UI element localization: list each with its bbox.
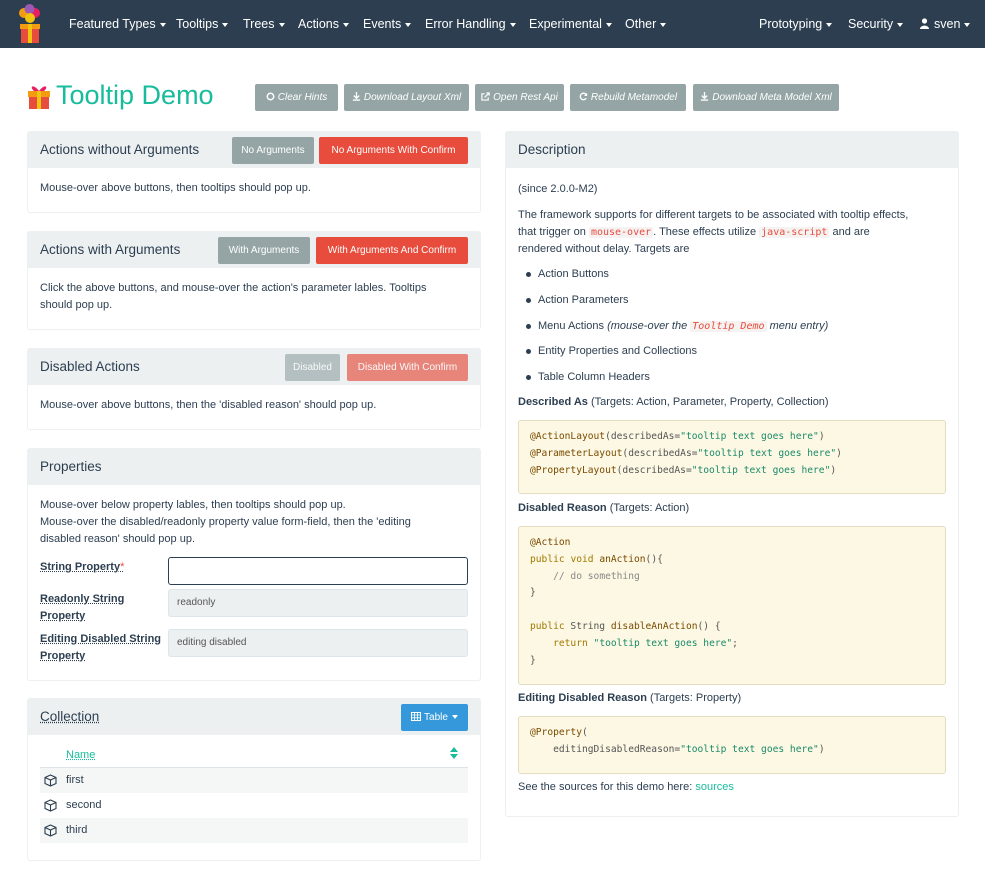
code-java-script: java-script: [759, 227, 830, 238]
bullet-item: Table Column Headers: [526, 369, 650, 386]
body-line: Mouse-over the disabled/readonly propert…: [40, 516, 411, 528]
panel-disabled-actions: Disabled Actions Disabled Disabled With …: [27, 348, 481, 430]
readonly-string-property-field[interactable]: readonly: [168, 589, 468, 617]
clear-hints-button[interactable]: Clear Hints: [255, 84, 338, 111]
nav-trees[interactable]: Trees: [243, 0, 285, 48]
bullet-item: Action Parameters: [526, 292, 628, 309]
panel-header: Description: [506, 132, 958, 168]
panel-body-text: Click the above buttons, and mouse-over …: [40, 280, 468, 314]
code-block-described-as: @ActionLayout(describedAs="tooltip text …: [518, 420, 946, 494]
gift-icon: [28, 86, 50, 109]
nav-events[interactable]: Events: [363, 0, 412, 48]
editing-disabled-reason-heading: Editing Disabled Reason (Targets: Proper…: [518, 692, 742, 704]
bullet-item: Menu Actions (mouse-over the Tooltip Dem…: [526, 318, 828, 335]
body-line: should pop up.: [40, 299, 113, 311]
panel-title: Properties: [40, 459, 102, 474]
top-navbar: Featured Types Tooltips Trees Actions Ev…: [0, 0, 985, 48]
panel-body-text: Mouse-over above buttons, then tooltips …: [40, 182, 311, 194]
nav-error-handling[interactable]: Error Handling: [425, 0, 516, 48]
table-row[interactable]: second: [40, 793, 468, 818]
no-arguments-button[interactable]: No Arguments: [232, 137, 314, 164]
panel-header: Actions without Arguments No Arguments N…: [28, 132, 480, 168]
panel-header: Properties: [28, 449, 480, 485]
table-row[interactable]: first: [40, 768, 468, 793]
nav-prototyping[interactable]: Prototyping: [759, 0, 833, 48]
code-mouse-over: mouse-over: [588, 227, 654, 238]
body-line: Click the above buttons, and mouse-over …: [40, 282, 427, 294]
row-name[interactable]: second: [66, 793, 101, 818]
panel-actions-with-arguments: Actions with Arguments With Arguments Wi…: [27, 231, 481, 330]
sources-link[interactable]: sources: [695, 781, 734, 793]
described-as-heading: Described As (Targets: Action, Parameter…: [518, 396, 829, 408]
disabled-button[interactable]: Disabled: [285, 354, 340, 381]
refresh-icon: [579, 92, 588, 101]
nav-actions[interactable]: Actions: [298, 0, 349, 48]
body-line: Mouse-over below property lables, then t…: [40, 499, 346, 511]
panel-header: Disabled Actions Disabled Disabled With …: [28, 349, 480, 385]
body-line: disabled reason' should pop up.: [40, 533, 195, 545]
editing-disabled-string-property-label[interactable]: Editing Disabled String Property: [40, 631, 170, 665]
panel-description: Description (since 2.0.0-M2) The framewo…: [505, 131, 959, 817]
panel-body-text: Mouse-over below property lables, then t…: [40, 497, 468, 548]
with-arguments-and-confirm-button[interactable]: With Arguments And Confirm: [316, 237, 468, 264]
since-text: (since 2.0.0-M2): [518, 183, 598, 195]
panel-title: Disabled Actions: [40, 359, 140, 374]
nav-tooltips[interactable]: Tooltips: [176, 0, 229, 48]
download-meta-model-xml-button[interactable]: Download Meta Model Xml: [693, 84, 839, 111]
bullet-item: Action Buttons: [526, 266, 609, 283]
panel-title: Actions without Arguments: [40, 142, 200, 157]
refresh-icon: [266, 92, 275, 101]
user-icon: [920, 18, 929, 29]
column-header-name[interactable]: Name: [66, 749, 95, 761]
rebuild-metamodel-button[interactable]: Rebuild Metamodel: [570, 84, 686, 111]
download-layout-xml-button[interactable]: Download Layout Xml: [344, 84, 469, 111]
code-block-editing-disabled-reason: @Property( editingDisabledReason="toolti…: [518, 716, 946, 774]
sort-icon[interactable]: [450, 747, 458, 759]
intro-paragraph: The framework supports for different tar…: [518, 209, 909, 255]
panel-body-text: Mouse-over above buttons, then the 'disa…: [40, 399, 377, 411]
table-view-button[interactable]: Table: [401, 704, 468, 731]
string-property-input[interactable]: [168, 557, 468, 585]
sources-text: See the sources for this demo here: sour…: [518, 781, 734, 793]
string-property-label[interactable]: String Property*: [40, 559, 170, 576]
editing-disabled-string-property-field[interactable]: editing disabled: [168, 629, 468, 657]
nav-user-menu[interactable]: sven: [920, 0, 971, 48]
collection-title[interactable]: Collection: [40, 709, 99, 724]
panel-header: Actions with Arguments With Arguments Wi…: [28, 232, 480, 268]
table-row[interactable]: third: [40, 818, 468, 843]
external-link-icon: [481, 92, 490, 101]
nav-featured-types[interactable]: Featured Types: [69, 0, 166, 48]
cube-icon: [44, 774, 57, 787]
cube-icon: [44, 799, 57, 812]
open-rest-api-button[interactable]: Open Rest Api: [475, 84, 564, 111]
readonly-string-property-label[interactable]: Readonly String Property: [40, 591, 170, 625]
panel-collection: Collection Table Name first second third: [27, 698, 481, 861]
row-name[interactable]: first: [66, 768, 84, 793]
nav-experimental[interactable]: Experimental: [529, 0, 612, 48]
nav-security[interactable]: Security: [848, 0, 904, 48]
cube-icon: [44, 824, 57, 837]
page-title: Tooltip Demo: [56, 80, 214, 110]
bullet-item: Entity Properties and Collections: [526, 343, 697, 360]
panel-title: Description: [518, 142, 586, 157]
nav-other[interactable]: Other: [625, 0, 667, 48]
table-icon: [411, 712, 422, 721]
disabled-reason-heading: Disabled Reason (Targets: Action): [518, 502, 690, 514]
disabled-with-confirm-button[interactable]: Disabled With Confirm: [347, 354, 468, 381]
panel-title: Actions with Arguments: [40, 242, 181, 257]
app-logo-icon[interactable]: [15, 4, 45, 44]
code-tooltip-demo: Tooltip Demo: [690, 321, 767, 332]
no-arguments-with-confirm-button[interactable]: No Arguments With Confirm: [319, 137, 468, 164]
required-marker: *: [120, 561, 125, 573]
panel-actions-without-arguments: Actions without Arguments No Arguments N…: [27, 131, 481, 213]
download-icon: [352, 92, 360, 101]
code-block-disabled-reason: @Action public void anAction(){ // do so…: [518, 526, 946, 685]
download-icon: [701, 92, 709, 101]
with-arguments-button[interactable]: With Arguments: [218, 237, 310, 264]
panel-properties: Properties Mouse-over below property lab…: [27, 448, 481, 681]
panel-header: Collection Table: [28, 699, 480, 735]
row-name[interactable]: third: [66, 818, 87, 843]
